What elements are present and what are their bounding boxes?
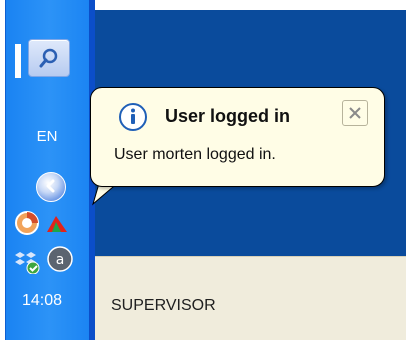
supervisor-label: SUPERVISOR (111, 297, 216, 314)
chevron-left-icon (46, 179, 55, 193)
close-icon (349, 107, 361, 119)
notification-balloon[interactable]: User logged in User morten logged in. (90, 87, 385, 187)
desktop-top-margin (95, 0, 406, 10)
search-icon (39, 48, 58, 68)
screen: EN a 14:08 SUPERVISOR User logged in Use… (0, 0, 406, 340)
taskbar: EN a 14:08 (0, 0, 95, 340)
search-button[interactable] (15, 39, 70, 78)
clock[interactable]: 14:08 (22, 292, 78, 316)
bottom-panel: SUPERVISOR (95, 256, 406, 340)
collapse-tray-button[interactable] (36, 172, 66, 202)
notification-message: User morten logged in. (114, 146, 276, 163)
svg-text:a: a (56, 252, 65, 268)
language-indicator[interactable]: EN (27, 128, 67, 148)
dropbox-like-icon[interactable] (14, 248, 40, 275)
acrobat-like-icon[interactable] (44, 212, 68, 236)
info-icon (119, 103, 147, 131)
a-circle-icon[interactable]: a (47, 246, 73, 272)
notification-title: User logged in (165, 106, 291, 126)
chrome-like-icon[interactable] (14, 210, 39, 235)
close-button[interactable] (342, 100, 368, 126)
